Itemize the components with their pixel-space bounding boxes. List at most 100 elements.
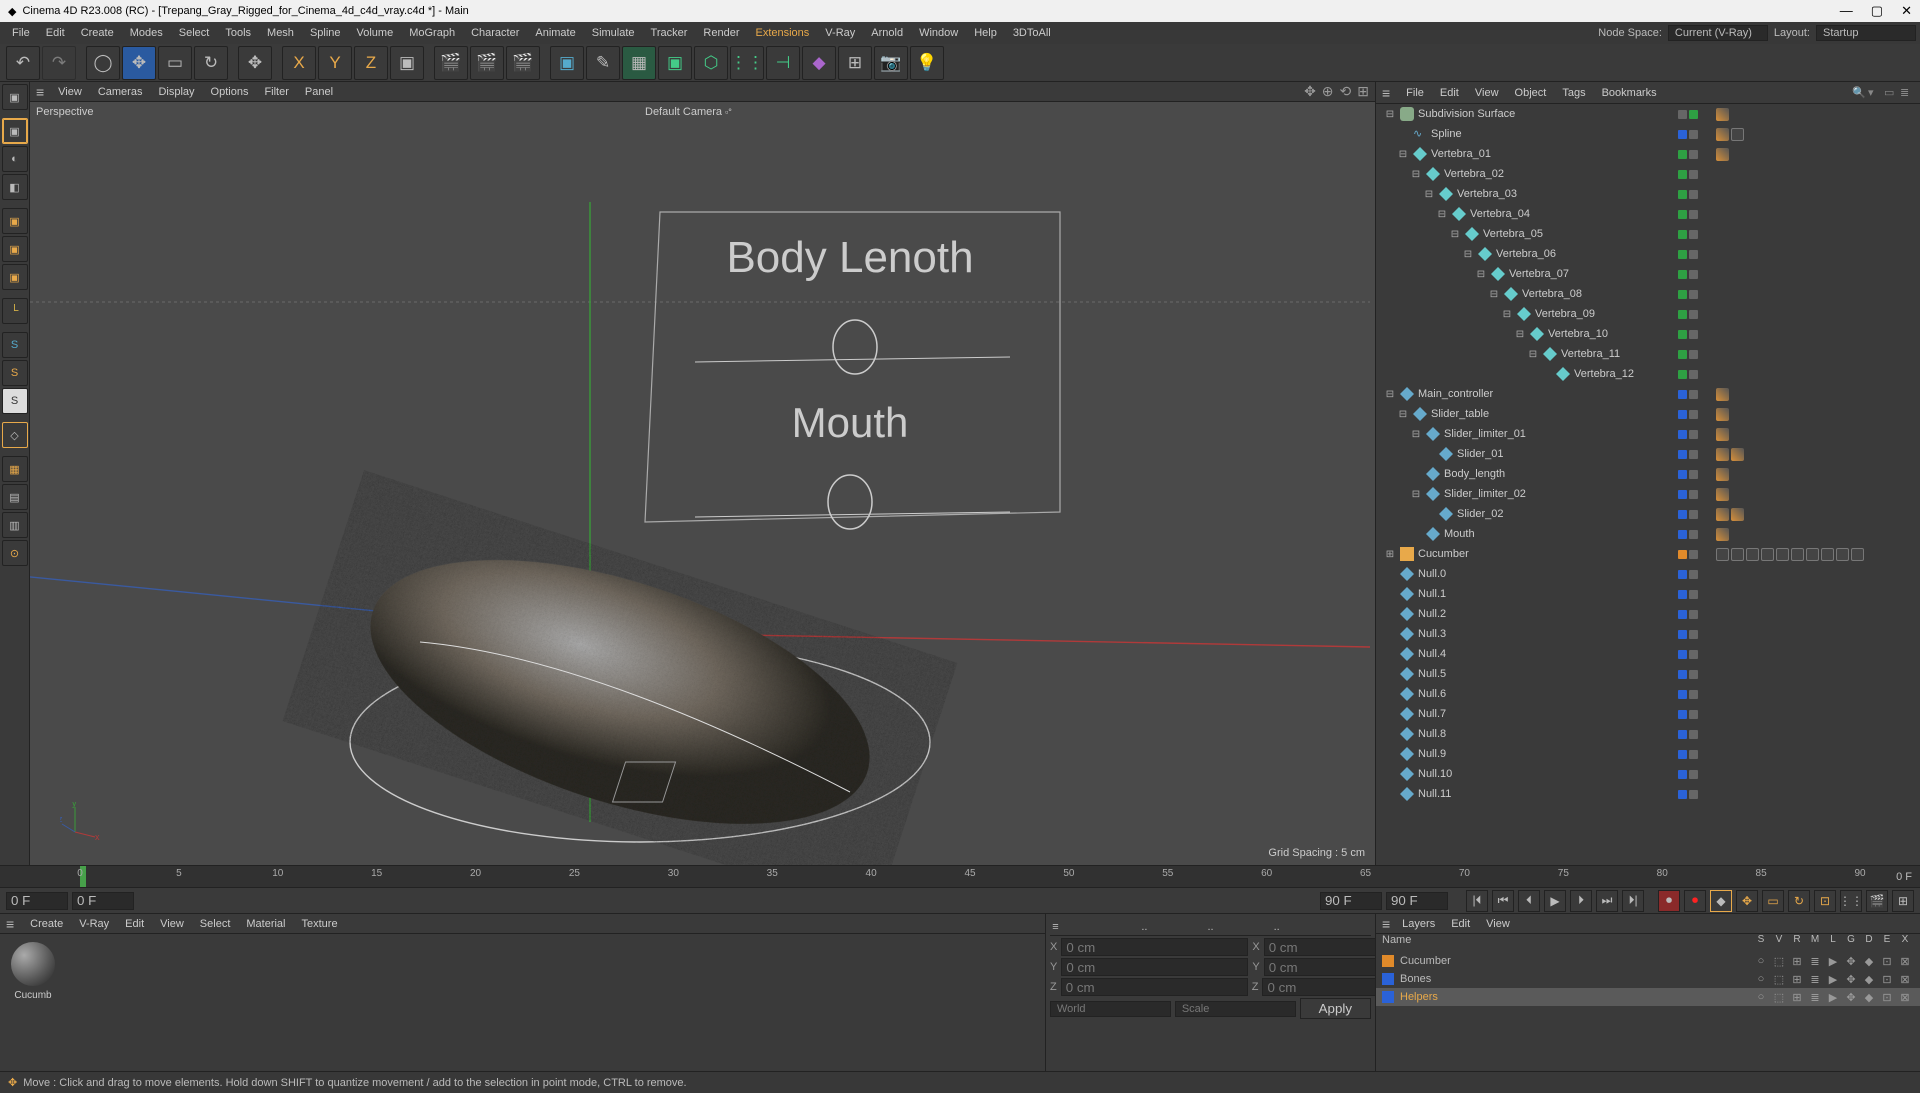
expander-icon[interactable]: ⊟ bbox=[1423, 189, 1435, 200]
visibility-dot[interactable] bbox=[1689, 570, 1698, 579]
matmenu-view[interactable]: View bbox=[152, 916, 192, 932]
vpmenu-display[interactable]: Display bbox=[150, 86, 202, 98]
visibility-dot[interactable] bbox=[1689, 690, 1698, 699]
viewport-menu-icon[interactable]: ≡ bbox=[36, 84, 44, 100]
expander-icon[interactable]: ⊟ bbox=[1397, 409, 1409, 420]
viewport-solo-button[interactable]: S bbox=[2, 332, 28, 358]
layer-toggle[interactable]: ✥ bbox=[1842, 973, 1860, 986]
pos-y-field[interactable] bbox=[1061, 958, 1248, 976]
visibility-dot[interactable] bbox=[1678, 610, 1687, 619]
node-space-dropdown[interactable]: Current (V-Ray) bbox=[1668, 25, 1768, 41]
layer-toggle[interactable]: ◆ bbox=[1860, 991, 1878, 1004]
menu-window[interactable]: Window bbox=[911, 25, 966, 41]
visibility-dot[interactable] bbox=[1689, 110, 1698, 119]
object-tag[interactable] bbox=[1716, 128, 1729, 141]
vpmenu-cameras[interactable]: Cameras bbox=[90, 86, 151, 98]
points-mode-button[interactable]: ▣ bbox=[2, 208, 28, 234]
coord-system-button[interactable]: ▣ bbox=[390, 46, 424, 80]
vp-pan-icon[interactable]: ✥ bbox=[1304, 83, 1316, 100]
visibility-dot[interactable] bbox=[1678, 530, 1687, 539]
visibility-dot[interactable] bbox=[1689, 330, 1698, 339]
visibility-dot[interactable] bbox=[1678, 130, 1687, 139]
undo-button[interactable]: ↶ bbox=[6, 46, 40, 80]
objmenu-object[interactable]: Object bbox=[1507, 85, 1555, 101]
visibility-dot[interactable] bbox=[1678, 510, 1687, 519]
layer-toggle[interactable]: ⊠ bbox=[1896, 973, 1914, 986]
last-tool[interactable]: ✥ bbox=[238, 46, 272, 80]
visibility-dot[interactable] bbox=[1689, 670, 1698, 679]
visibility-dot[interactable] bbox=[1678, 250, 1687, 259]
visibility-dot[interactable] bbox=[1678, 210, 1687, 219]
layer-row[interactable]: Helpers○⬚⊞≣▶✥◆⊡⊠ bbox=[1376, 988, 1920, 1006]
menu-extensions[interactable]: Extensions bbox=[747, 25, 817, 41]
visibility-dot[interactable] bbox=[1689, 170, 1698, 179]
pos-z-field[interactable] bbox=[1061, 978, 1248, 996]
layer-toggle[interactable]: ⊞ bbox=[1788, 955, 1806, 968]
visibility-dot[interactable] bbox=[1678, 630, 1687, 639]
layer-toggle[interactable]: ◆ bbox=[1860, 955, 1878, 968]
hierarchy-item[interactable]: Null.9 bbox=[1376, 744, 1920, 764]
hierarchy-item[interactable]: Slider_02 bbox=[1376, 504, 1920, 524]
object-tag[interactable] bbox=[1716, 428, 1729, 441]
visibility-dot[interactable] bbox=[1689, 230, 1698, 239]
visibility-dot[interactable] bbox=[1678, 410, 1687, 419]
keyframe-sel-button[interactable]: ◆ bbox=[1710, 890, 1732, 912]
expander-icon[interactable]: ⊟ bbox=[1462, 249, 1474, 260]
visibility-dot[interactable] bbox=[1689, 350, 1698, 359]
render-region-button[interactable]: 🎬 bbox=[470, 46, 504, 80]
object-tag[interactable] bbox=[1716, 468, 1729, 481]
object-tag[interactable] bbox=[1716, 108, 1729, 121]
visibility-dot[interactable] bbox=[1678, 730, 1687, 739]
menu-file[interactable]: File bbox=[4, 25, 38, 41]
visibility-dot[interactable] bbox=[1678, 590, 1687, 599]
expander-icon[interactable]: ⊟ bbox=[1527, 349, 1539, 360]
pos-x-field[interactable] bbox=[1061, 938, 1248, 956]
menu-v-ray[interactable]: V-Ray bbox=[817, 25, 863, 41]
layer-toggle[interactable]: ○ bbox=[1752, 955, 1770, 967]
object-tag[interactable] bbox=[1716, 408, 1729, 421]
field-button[interactable]: ⊣ bbox=[766, 46, 800, 80]
timeline-settings-button[interactable]: ⊞ bbox=[1892, 890, 1914, 912]
layer-toggle[interactable]: ⬚ bbox=[1770, 955, 1788, 968]
locked-workplane-button[interactable]: ▤ bbox=[2, 484, 28, 510]
objmenu-view[interactable]: View bbox=[1467, 85, 1507, 101]
om-filter-icon[interactable]: ▾ bbox=[1868, 86, 1882, 100]
visibility-dot[interactable] bbox=[1689, 590, 1698, 599]
object-tag[interactable] bbox=[1716, 548, 1729, 561]
menu-character[interactable]: Character bbox=[463, 25, 527, 41]
objmenu-file[interactable]: File bbox=[1398, 85, 1432, 101]
play-button[interactable]: ▶ bbox=[1544, 890, 1566, 912]
coord-apply-button[interactable]: Apply bbox=[1300, 998, 1371, 1019]
menu-arnold[interactable]: Arnold bbox=[863, 25, 911, 41]
layer-toggle[interactable]: ≣ bbox=[1806, 991, 1824, 1004]
visibility-dot[interactable] bbox=[1678, 790, 1687, 799]
object-tag[interactable] bbox=[1716, 448, 1729, 461]
object-tag[interactable] bbox=[1806, 548, 1819, 561]
object-tag[interactable] bbox=[1731, 128, 1744, 141]
matmenu-edit[interactable]: Edit bbox=[117, 916, 152, 932]
hierarchy-item[interactable]: ⊟Slider_limiter_01 bbox=[1376, 424, 1920, 444]
hierarchy-item[interactable]: ⊟Vertebra_07 bbox=[1376, 264, 1920, 284]
layer-toggle[interactable]: ⊡ bbox=[1878, 991, 1896, 1004]
object-tag[interactable] bbox=[1716, 388, 1729, 401]
y-axis-button[interactable]: Y bbox=[318, 46, 352, 80]
hierarchy-item[interactable]: Null.8 bbox=[1376, 724, 1920, 744]
object-tag[interactable] bbox=[1731, 508, 1744, 521]
hierarchy-item[interactable]: ⊟Slider_table bbox=[1376, 404, 1920, 424]
visibility-dot[interactable] bbox=[1689, 410, 1698, 419]
visibility-dot[interactable] bbox=[1678, 470, 1687, 479]
menu-tools[interactable]: Tools bbox=[217, 25, 259, 41]
visibility-dot[interactable] bbox=[1689, 770, 1698, 779]
close-button[interactable]: ✕ bbox=[1901, 3, 1912, 19]
menu-tracker[interactable]: Tracker bbox=[643, 25, 696, 41]
visibility-dot[interactable] bbox=[1689, 790, 1698, 799]
visibility-dot[interactable] bbox=[1678, 270, 1687, 279]
more-tools-button[interactable]: ⊙ bbox=[2, 540, 28, 566]
key-pla-button[interactable]: ⋮⋮ bbox=[1840, 890, 1862, 912]
layer-color-swatch[interactable] bbox=[1382, 991, 1394, 1003]
vp-orbit-icon[interactable]: ⟲ bbox=[1340, 83, 1352, 100]
hierarchy-item[interactable]: Null.3 bbox=[1376, 624, 1920, 644]
hierarchy-item[interactable]: Body_length bbox=[1376, 464, 1920, 484]
expander-icon[interactable]: ⊟ bbox=[1410, 489, 1422, 500]
vpmenu-options[interactable]: Options bbox=[203, 86, 257, 98]
